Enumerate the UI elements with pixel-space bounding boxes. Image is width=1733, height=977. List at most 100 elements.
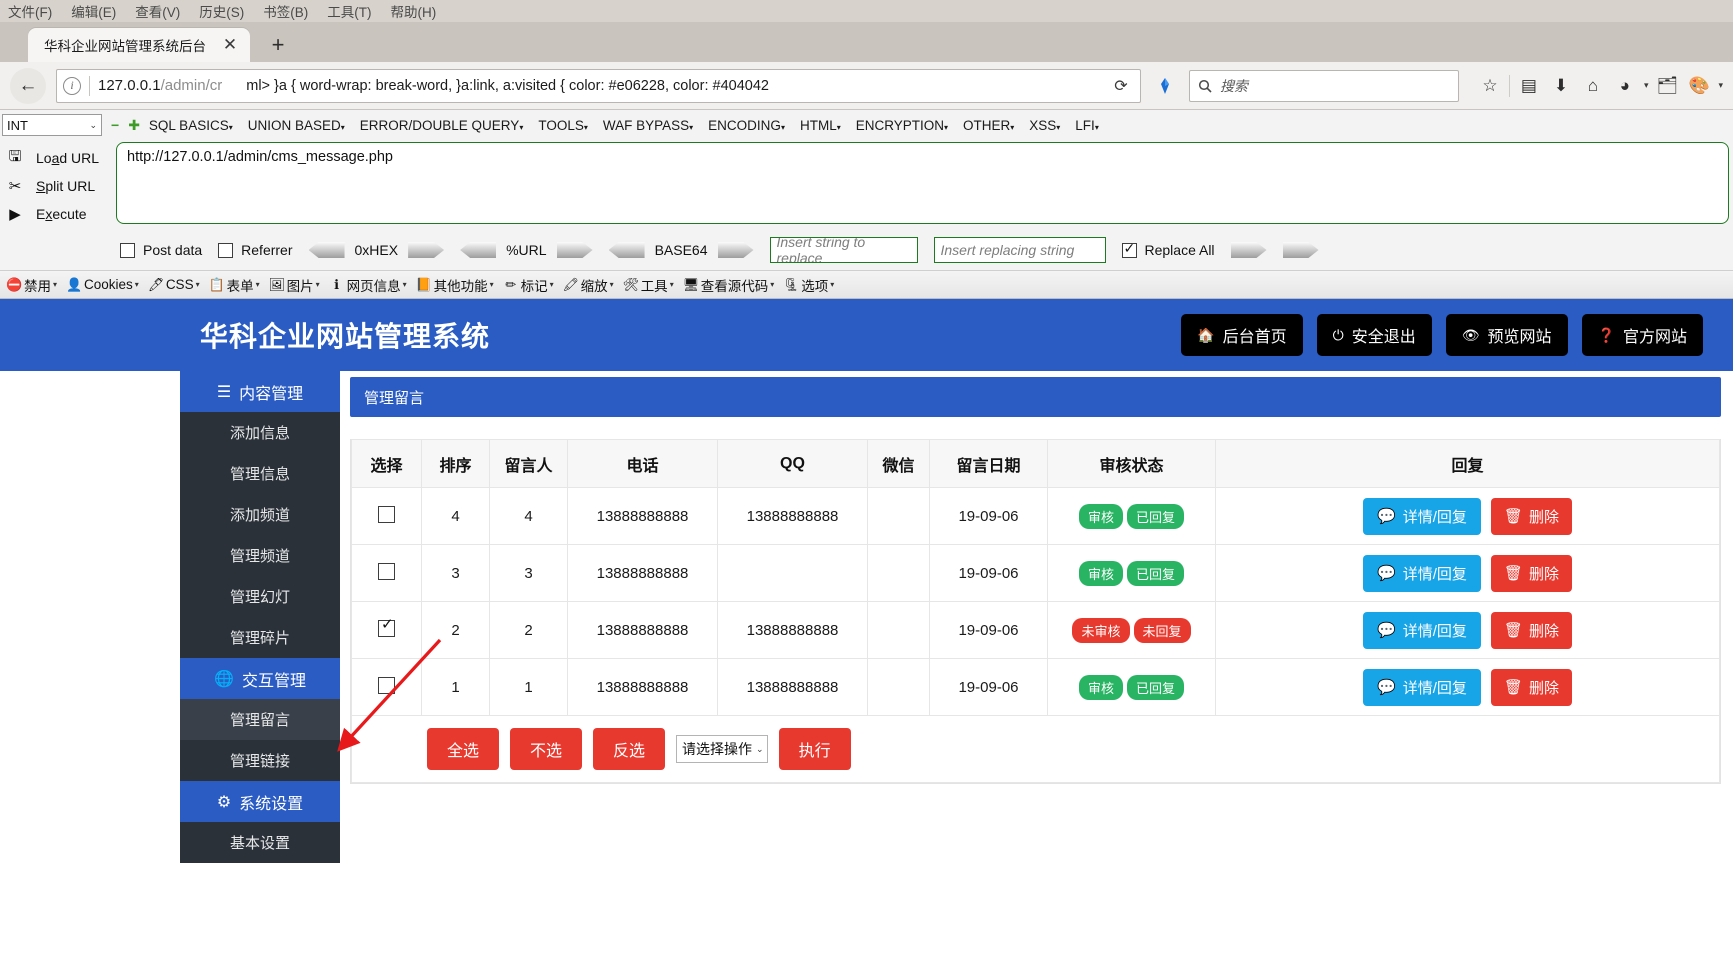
btn-preview-site[interactable]: 👁 预览网站 bbox=[1445, 314, 1568, 356]
replace-to-input[interactable]: Insert replacing string bbox=[933, 237, 1106, 263]
replace-from-input[interactable]: Insert string to replace bbox=[769, 237, 918, 263]
bookmark-star-icon[interactable]: ☆ bbox=[1477, 73, 1503, 99]
row-checkbox[interactable] bbox=[378, 505, 395, 523]
btn-admin-home[interactable]: 🏠 后台首页 bbox=[1181, 314, 1303, 356]
menu-sql-basics[interactable]: SQL BASICS▾ bbox=[149, 118, 233, 133]
delete-button[interactable]: 🗑 删除 bbox=[1490, 668, 1572, 706]
sidebar-group-system[interactable]: ⚙ 系统设置 bbox=[180, 781, 340, 822]
detail-reply-button[interactable]: 💬 详情/回复 bbox=[1363, 611, 1481, 649]
menu-union-based[interactable]: UNION BASED▾ bbox=[248, 118, 345, 133]
devbar-cookies[interactable]: 👤 Cookies ▾ bbox=[63, 276, 142, 294]
add-icon[interactable]: ✚ bbox=[128, 117, 140, 134]
delete-button[interactable]: 🗑 删除 bbox=[1490, 611, 1572, 649]
menu-view[interactable]: 查看(V) bbox=[135, 1, 180, 21]
noscript-icon[interactable]: ◕ bbox=[1612, 73, 1638, 99]
new-tab-icon[interactable]: + bbox=[264, 32, 292, 58]
devbar-outline[interactable]: ✏ 标记 ▾ bbox=[500, 274, 557, 296]
encode-arrow-icon[interactable] bbox=[408, 242, 445, 258]
menu-tools[interactable]: 工具(T) bbox=[327, 1, 371, 21]
select-all-button[interactable]: 全选 bbox=[427, 728, 500, 770]
sidebar-item-manage-messages[interactable]: 管理留言 bbox=[180, 699, 340, 740]
hackbar-extension-icon[interactable]: 🗂 bbox=[1654, 73, 1680, 99]
devbar-page-info[interactable]: ℹ 网页信息 ▾ bbox=[326, 274, 410, 296]
devbar-tools[interactable]: 🛠 工具 ▾ bbox=[620, 274, 677, 296]
detail-reply-button[interactable]: 💬 详情/回复 bbox=[1363, 554, 1481, 592]
detail-reply-button[interactable]: 💬 详情/回复 bbox=[1363, 497, 1481, 535]
search-bar[interactable]: 搜索 bbox=[1188, 69, 1459, 102]
browser-tab[interactable]: 华科企业网站管理系统后台 ✕ bbox=[28, 28, 250, 62]
home-icon[interactable]: ⌂ bbox=[1580, 73, 1606, 99]
devbar-images[interactable]: 🖼 图片 ▾ bbox=[266, 274, 323, 296]
menu-edit[interactable]: 编辑(E) bbox=[71, 1, 116, 21]
devbar-resize[interactable]: 🖍 缩放 ▾ bbox=[560, 274, 617, 296]
replace-apply-arrow-icon[interactable] bbox=[1230, 242, 1267, 258]
split-url-button[interactable]: ✂ Split URL bbox=[4, 172, 116, 200]
sidebar-group-content[interactable]: ☰ 内容管理 bbox=[180, 371, 340, 412]
btn-logout[interactable]: ⏻ 安全退出 bbox=[1316, 314, 1432, 356]
execute-button[interactable]: ▶ Execute bbox=[4, 200, 116, 228]
devbar-css[interactable]: 🖊 CSS ▾ bbox=[145, 276, 203, 294]
row-checkbox[interactable] bbox=[378, 676, 395, 694]
execute-bulk-button[interactable]: 执行 bbox=[778, 728, 851, 770]
encode-arrow-icon[interactable] bbox=[556, 242, 593, 258]
menu-history[interactable]: 历史(S) bbox=[199, 1, 244, 21]
menu-tools[interactable]: TOOLS▾ bbox=[538, 118, 588, 133]
sidebar-item-manage-channel[interactable]: 管理频道 bbox=[180, 535, 340, 576]
bulk-action-select[interactable]: 请选择操作 ⌄ bbox=[676, 735, 768, 763]
devbar-options[interactable]: 🗜 选项 ▾ bbox=[780, 274, 837, 296]
invert-selection-button[interactable]: 反选 bbox=[593, 728, 666, 770]
menu-other[interactable]: OTHER▾ bbox=[963, 118, 1014, 133]
menu-encryption[interactable]: ENCRYPTION▾ bbox=[856, 118, 948, 133]
delete-button[interactable]: 🗑 删除 bbox=[1490, 554, 1572, 592]
reload-icon[interactable]: ⟳ bbox=[1108, 73, 1134, 99]
menu-help[interactable]: 帮助(H) bbox=[391, 1, 437, 21]
back-arrow-icon[interactable]: ← bbox=[10, 67, 46, 104]
devbar-forms[interactable]: 📋 表单 ▾ bbox=[206, 274, 263, 296]
cell-select[interactable] bbox=[351, 658, 422, 716]
sidebar-item-manage-slides[interactable]: 管理幻灯 bbox=[180, 576, 340, 617]
injection-type-select[interactable]: INT ⌄ bbox=[2, 114, 102, 136]
url-bar[interactable]: i 127.0.0.1/admin/cr ml> }a { word-wrap:… bbox=[56, 68, 1141, 103]
menu-bookmarks[interactable]: 书签(B) bbox=[263, 1, 308, 21]
download-icon[interactable]: ⬇ bbox=[1548, 73, 1574, 99]
devbar-view-source[interactable]: 🖥 查看源代码 ▾ bbox=[680, 274, 778, 296]
replace-all-checkbox[interactable]: Replace All bbox=[1121, 240, 1215, 258]
menu-file[interactable]: 文件(F) bbox=[8, 1, 52, 21]
row-checkbox[interactable] bbox=[378, 562, 395, 580]
webdeveloper-icon[interactable]: 🎨 bbox=[1686, 73, 1712, 99]
decode-arrow-icon[interactable] bbox=[460, 242, 497, 258]
remove-icon[interactable]: − bbox=[111, 117, 119, 133]
menu-encoding[interactable]: ENCODING▾ bbox=[708, 118, 785, 133]
detail-reply-button[interactable]: 💬 详情/回复 bbox=[1363, 668, 1481, 706]
menu-error-double-query[interactable]: ERROR/DOUBLE QUERY▾ bbox=[360, 118, 524, 133]
library-icon[interactable]: ▤ bbox=[1516, 73, 1542, 99]
replace-apply-arrow-icon-2[interactable] bbox=[1282, 242, 1319, 258]
devbar-misc[interactable]: 📙 其他功能 ▾ bbox=[413, 274, 497, 296]
encode-arrow-icon[interactable] bbox=[717, 242, 754, 258]
cell-select[interactable] bbox=[351, 601, 422, 659]
hackbar-url-textarea[interactable]: http://127.0.0.1/admin/cms_message.php bbox=[116, 142, 1729, 224]
btn-official-site[interactable]: ❓ 官方网站 bbox=[1581, 314, 1703, 356]
site-info-icon[interactable]: i bbox=[63, 76, 81, 95]
close-icon[interactable]: ✕ bbox=[220, 35, 240, 55]
sidebar-item-manage-links[interactable]: 管理链接 bbox=[180, 740, 340, 781]
menu-waf-bypass[interactable]: WAF BYPASS▾ bbox=[603, 118, 693, 133]
sidebar-item-manage-fragments[interactable]: 管理碎片 bbox=[180, 617, 340, 658]
chevron-down-icon[interactable]: ▾ bbox=[1644, 80, 1649, 91]
select-none-button[interactable]: 不选 bbox=[510, 728, 583, 770]
decode-arrow-icon[interactable] bbox=[608, 242, 645, 258]
sidebar-group-interaction[interactable]: 🌐 交互管理 bbox=[180, 658, 340, 699]
overflow-chevron-icon[interactable]: ▾ bbox=[1718, 80, 1723, 91]
devbar-disable[interactable]: ⛔ 禁用 ▾ bbox=[3, 274, 60, 296]
decode-arrow-icon[interactable] bbox=[308, 242, 345, 258]
row-checkbox[interactable] bbox=[378, 615, 395, 637]
post-data-checkbox[interactable]: Post data bbox=[120, 242, 202, 258]
menu-html[interactable]: HTML▾ bbox=[800, 118, 841, 133]
delete-button[interactable]: 🗑 删除 bbox=[1490, 497, 1572, 535]
sidebar-item-add-channel[interactable]: 添加频道 bbox=[180, 494, 340, 535]
referrer-checkbox[interactable]: Referrer bbox=[218, 242, 293, 258]
extension-icon[interactable] bbox=[1151, 72, 1179, 100]
cell-select[interactable] bbox=[351, 487, 422, 545]
cell-select[interactable] bbox=[351, 544, 422, 602]
menu-xss[interactable]: XSS▾ bbox=[1029, 118, 1060, 133]
